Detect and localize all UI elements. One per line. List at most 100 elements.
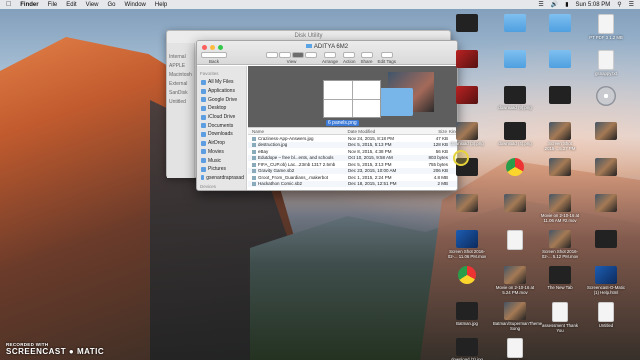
column-size[interactable]: Size xyxy=(417,129,447,134)
desktop-item[interactable] xyxy=(447,50,487,69)
photo-icon xyxy=(456,194,478,212)
menu-help[interactable]: Help xyxy=(155,2,167,8)
sidebar-item-pictures[interactable]: Pictures xyxy=(199,165,244,174)
du-sidebar-item[interactable]: APPLE xyxy=(169,62,192,71)
menu-file[interactable]: File xyxy=(48,2,58,8)
arrange-button[interactable]: Arrange xyxy=(322,52,338,64)
sidebar-item-movies[interactable]: Movies xyxy=(199,148,244,157)
sidebar-item-desktop[interactable]: Desktop xyxy=(199,104,244,113)
file-row[interactable]: FIFA_CUP.ob) Lac...23mb 1317 2.5mb Dec 5,… xyxy=(248,161,457,168)
list-view-icon[interactable] xyxy=(279,52,291,58)
file-name: FIFA_CUP.ob) Lac...23mb 1317 2.5mb xyxy=(258,161,336,167)
desktop-item[interactable]: Movie on 2-10-16 at 5.24 PM.mov xyxy=(495,266,535,295)
apple-icon[interactable]:  xyxy=(6,1,11,8)
desktop-item[interactable]: Screen Shot 2016-02-... 5.12 PM.mov xyxy=(540,230,580,259)
wifi-icon[interactable]: ☰ xyxy=(538,1,543,8)
sidebar-item-documents[interactable]: Documents xyxy=(199,121,244,130)
menu-go[interactable]: Go xyxy=(108,2,116,8)
desktop-item[interactable]: Screencast-O-Matic (1) Help.html xyxy=(586,266,626,295)
menu-window[interactable]: Window xyxy=(125,2,146,8)
back-button[interactable]: Back xyxy=(201,52,227,64)
desktop-item[interactable]: Untitled xyxy=(586,302,626,328)
sidebar-item-google-drive[interactable]: Google Drive xyxy=(199,95,244,104)
notification-icon[interactable]: ☰ xyxy=(629,1,634,8)
desktop-item[interactable] xyxy=(586,86,626,107)
desktop-item[interactable] xyxy=(540,86,580,105)
desktop-item[interactable]: Screen Shot 2015-...5.27 PM xyxy=(540,122,580,151)
desktop-item[interactable]: assessment Thank You xyxy=(540,302,580,333)
edit-tags-button[interactable]: Edit Tags xyxy=(378,52,396,64)
du-sidebar-item[interactable]: SanDisk xyxy=(169,89,192,98)
du-sidebar-item[interactable]: Untitled xyxy=(169,98,192,107)
desktop-item[interactable]: Screen Shot 2016-02-... 11.06 PM.mov xyxy=(447,230,487,259)
menu-app-name[interactable]: Finder xyxy=(20,2,38,8)
finder-window[interactable]: ADITYA 6M2 Back View Arrange Action Shar… xyxy=(196,40,458,191)
desktop-item[interactable]: download (3).png xyxy=(447,122,487,146)
desktop-item[interactable] xyxy=(447,266,487,285)
file-row[interactable]: Craziness-App-Answers.jpg Nov 24, 2015, 8… xyxy=(248,135,457,142)
sidebar-item-all-my-files[interactable]: All My Files xyxy=(199,78,244,87)
du-sidebar-item[interactable]: Macintosh xyxy=(169,71,192,80)
desktop-item[interactable] xyxy=(540,14,580,33)
desktop-item[interactable]: Batman/SupermanTheme Song xyxy=(493,302,542,331)
desktop-item[interactable] xyxy=(586,194,626,213)
column-date[interactable]: Date Modified xyxy=(348,129,418,134)
desktop-item[interactable]: download (9).png xyxy=(495,86,535,110)
menu-view[interactable]: View xyxy=(86,2,99,8)
desktop-item[interactable] xyxy=(586,122,626,141)
menu-edit[interactable]: Edit xyxy=(66,2,76,8)
finder-content[interactable]: 6 panels.png Name Date Modified Size Kin… xyxy=(248,66,457,190)
search-icon[interactable]: ⚲ xyxy=(617,1,621,8)
desktop-item[interactable] xyxy=(447,194,487,213)
sidebar-item-home[interactable]: gsenardraprasad xyxy=(199,174,244,183)
sidebar-item-downloads[interactable]: Downloads xyxy=(199,130,244,139)
file-row[interactable]: Gravity Game.sb2 Dec 23, 2015, 10:00 AM 20… xyxy=(248,167,457,174)
disk-utility-sidebar: Internal APPLE Macintosh External SanDis… xyxy=(167,43,195,178)
file-row[interactable]: Hackathon Comic.sb2 Dec 18, 2015, 12:51 P… xyxy=(248,180,457,187)
desktop-item[interactable] xyxy=(495,14,535,33)
desktop-item[interactable]: PT PDF 3 1.2 MB xyxy=(586,14,626,40)
desktop-item[interactable] xyxy=(495,230,535,251)
sidebar-item-music[interactable]: Music xyxy=(199,156,244,165)
file-row[interactable]: destruction.jpg Dec 5, 2015, 5:13 PM 128 K… xyxy=(248,141,457,148)
preview-thumbnail[interactable] xyxy=(323,80,381,118)
desktop-item[interactable] xyxy=(540,50,580,69)
desktop-item[interactable]: gsnappy.txt xyxy=(586,50,626,76)
sidebar-item-icloud-drive[interactable]: iCloud Drive xyxy=(199,113,244,122)
action-button[interactable]: Action xyxy=(343,52,356,64)
clock[interactable]: Sun 5:08 PM xyxy=(576,2,611,8)
desktop-item[interactable]: download (2).jpg xyxy=(447,338,487,360)
icon-view-icon[interactable] xyxy=(266,52,278,58)
view-button[interactable]: View xyxy=(266,52,317,64)
desktop-item[interactable] xyxy=(540,158,580,177)
desktop-item[interactable] xyxy=(447,14,487,33)
blue-icon xyxy=(595,266,617,284)
file-icon xyxy=(252,143,256,148)
desktop-item[interactable] xyxy=(495,194,535,213)
file-row[interactable]: Groot_From_Guardians_.makerbot Dec 1, 201… xyxy=(248,174,457,181)
desktop-item[interactable] xyxy=(495,50,535,69)
desktop-item[interactable]: download (4).png xyxy=(495,122,535,146)
file-row[interactable]: eBay Nov 8, 2015, 4:38 PM 56 KB xyxy=(248,148,457,155)
column-name[interactable]: Name xyxy=(248,129,348,134)
volume-icon[interactable]: 🔊 xyxy=(551,1,558,8)
share-button[interactable]: Share xyxy=(360,52,373,64)
file-icon xyxy=(252,162,256,167)
finder-titlebar[interactable]: ADITYA 6M2 Back View Arrange Action Shar… xyxy=(197,41,457,65)
desktop-item[interactable] xyxy=(586,230,626,249)
file-date: Nov 8, 2015, 4:38 PM xyxy=(348,148,392,154)
column-view-icon[interactable] xyxy=(292,52,304,58)
desktop-item[interactable]: The New Tab xyxy=(540,266,580,290)
sidebar-item-airdrop[interactable]: AirDrop xyxy=(199,139,244,148)
desktop-item[interactable] xyxy=(447,86,487,105)
cover-flow-preview[interactable]: 6 panels.png xyxy=(248,66,457,128)
sidebar-item-applications[interactable]: Applications xyxy=(199,87,244,96)
desktop-item[interactable]: Gameshow xyxy=(495,338,535,360)
battery-icon[interactable]: ▮ xyxy=(565,1,568,8)
desktop-item[interactable]: Batman.jpg xyxy=(447,302,487,326)
cover-flow-icon[interactable] xyxy=(305,52,317,58)
file-row[interactable]: Edutdope – free bl...ents, and schools Oc… xyxy=(248,154,457,161)
desktop-item[interactable]: Movie on 2-10-16 at 11.06 AM #2.mov xyxy=(540,194,580,223)
desktop-item[interactable] xyxy=(586,158,626,177)
desktop-item[interactable] xyxy=(495,158,535,177)
